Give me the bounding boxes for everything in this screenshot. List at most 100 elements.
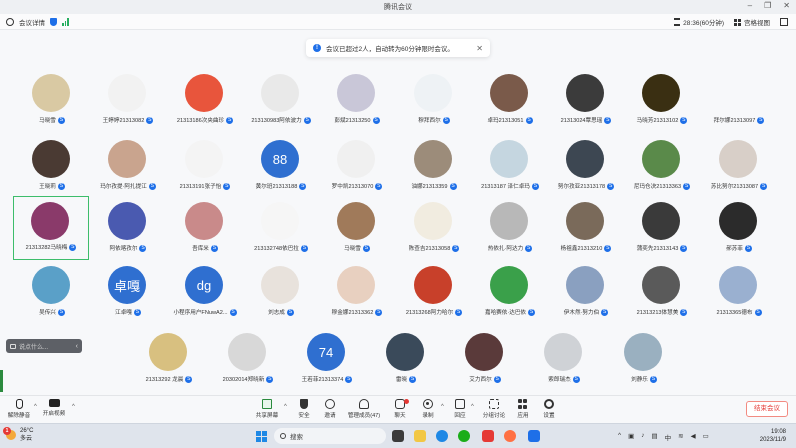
participant-tile[interactable]: 尼玛仓决21313363 S <box>624 140 700 200</box>
app-title: 腾讯会议 <box>384 4 412 11</box>
info-icon[interactable] <box>6 18 14 26</box>
participant-tile[interactable]: 努尔孜亚21313178 S <box>548 140 624 200</box>
muted-mic-icon: S <box>299 183 307 191</box>
network-signal-icon[interactable] <box>62 18 69 26</box>
edge-browser-icon[interactable] <box>436 430 448 442</box>
participant-tile[interactable]: 穆金娜21313362 S <box>319 266 395 326</box>
muted-mic-icon: S <box>57 309 65 317</box>
participant-name-text: 热依扎·阿达力 <box>487 246 524 252</box>
participant-tile[interactable]: 彭斌21313250 S <box>319 74 395 134</box>
wps-icon[interactable] <box>482 430 494 442</box>
participant-tile[interactable]: 罗中凯21313070 S <box>319 140 395 200</box>
video-options-chevron-icon[interactable]: ^ <box>72 404 75 410</box>
participant-tile[interactable]: 玛尔孜提·阿扎提江 S <box>90 140 166 200</box>
participant-tile[interactable]: 卓嘎 江卓嘎 S <box>90 266 166 326</box>
participant-tile[interactable]: 21313186次央曲珍 S <box>167 74 243 134</box>
participant-tile[interactable]: 苏比努尔21313087 S <box>701 140 777 200</box>
end-meeting-button[interactable]: 结束会议 <box>746 401 788 417</box>
participant-tile[interactable]: 刘静乐 S <box>606 333 682 393</box>
participant-tile[interactable]: 马晓雪 S <box>319 202 395 262</box>
participant-tile[interactable]: 吴传兴 S <box>14 266 90 326</box>
meeting-info-link[interactable]: 会议详情 <box>19 17 45 27</box>
participant-name: 黄尔班21313188 S <box>237 182 325 191</box>
view-mode-label: 宫格视图 <box>744 20 770 27</box>
volume-icon[interactable]: ◀ <box>691 432 696 442</box>
minimize-icon[interactable]: – <box>748 1 752 10</box>
participant-tile[interactable]: 伊木然·努力伯 S <box>548 266 624 326</box>
collapse-chevron-icon[interactable]: ‹ <box>76 343 78 350</box>
participant-tile[interactable]: 213130983阿依波力 S <box>243 74 319 134</box>
participant-tile[interactable]: 21313365德布 S <box>701 266 777 326</box>
windows-start-icon[interactable] <box>256 431 267 442</box>
chrome-icon[interactable] <box>504 430 516 442</box>
participant-tile[interactable]: 21313213体慧美 S <box>624 266 700 326</box>
participant-tile[interactable]: 21313191张子怡 S <box>167 140 243 200</box>
close-icon[interactable]: ✕ <box>783 1 790 10</box>
tencent-meeting-icon[interactable] <box>528 430 540 442</box>
participant-name: 刘静乐 S <box>600 375 688 384</box>
notice-close-icon[interactable]: ✕ <box>476 44 483 53</box>
participant-tile[interactable]: 213132748依巴拉 S <box>243 202 319 262</box>
participant-tile-speaking[interactable]: 21313282马晓梅 S <box>13 196 89 260</box>
wechat-icon[interactable] <box>458 430 470 442</box>
muted-mic-icon: S <box>493 376 501 384</box>
tray-meeting-icon[interactable]: ▤ <box>651 432 657 442</box>
participant-tile[interactable]: 拜尔娜21313097 S <box>701 74 777 134</box>
avatar <box>108 202 146 240</box>
participant-tile[interactable]: 马晓雪 S <box>14 74 90 134</box>
participant-tile[interactable]: 王晓莉 S <box>14 140 90 200</box>
participant-tile[interactable]: 杨祖鑫21313210 S <box>548 202 624 262</box>
side-panel-handle[interactable] <box>0 370 3 392</box>
restore-icon[interactable]: ❐ <box>764 1 771 10</box>
input-language[interactable]: 中 <box>665 432 672 442</box>
participant-tile[interactable]: 阿依喀孜尔 S <box>90 202 166 262</box>
reactions-options-chevron-icon[interactable]: ^ <box>471 404 474 410</box>
participant-tile[interactable]: 马晓芳21313102 S <box>624 74 700 134</box>
task-view-icon[interactable] <box>392 430 404 442</box>
participant-name: 吾库米 S <box>161 244 249 253</box>
file-explorer-icon[interactable] <box>414 430 426 442</box>
participant-tile[interactable]: 穆拜西尔 S <box>396 74 472 134</box>
settings-button[interactable]: 设置 <box>531 399 567 419</box>
participant-tile[interactable]: 74 王若菲21313374 S <box>289 333 365 393</box>
tray-chevron-icon[interactable]: ^ <box>618 432 621 442</box>
tray-app-icon[interactable]: ▣ <box>628 432 634 442</box>
participant-tile[interactable]: 刘志成 S <box>243 266 319 326</box>
participant-tile[interactable]: 21313268阿力哈尔 S <box>396 266 472 326</box>
participant-tile[interactable]: 蒲奕先21313143 S <box>624 202 700 262</box>
participant-tile[interactable]: 雷晓 S <box>368 333 444 393</box>
wifi-icon[interactable]: ≋ <box>678 432 683 442</box>
participant-tile[interactable]: 嘉哈赛依·达巴依 S <box>472 266 548 326</box>
taskbar-clock[interactable]: 19:08 2023/11/9 <box>746 428 786 444</box>
weather-widget[interactable]: 1 26°C 多云 <box>3 427 33 443</box>
participant-tile[interactable]: 热依扎·阿达力 S <box>472 202 548 262</box>
participant-name: 21313365德布 S <box>695 308 783 317</box>
security-shield-icon[interactable] <box>50 18 57 26</box>
participant-tile[interactable]: 20302014郑晓新 S <box>210 333 286 393</box>
participant-name-text: 马晓芳21313102 <box>636 118 679 124</box>
participant-tile[interactable]: 索郎瑞杰 S <box>526 333 602 393</box>
battery-icon[interactable]: ▭ <box>703 432 709 442</box>
muted-mic-icon: S <box>680 117 688 125</box>
participant-tile[interactable]: 88 黄尔班21313188 S <box>243 140 319 200</box>
participant-tile[interactable]: 21313187 泽仁卓玛 S <box>472 140 548 200</box>
participant-tile[interactable]: 陈查吉21313058 S <box>396 202 472 262</box>
participant-tile[interactable]: 21313292 龙晨 S <box>131 333 207 393</box>
participant-tile[interactable]: 卓玛21313051 S <box>472 74 548 134</box>
participant-tile[interactable]: 21313024覃思瑶 S <box>548 74 624 134</box>
unmute-button[interactable]: 解除静音 <box>1 399 37 419</box>
view-mode-button[interactable]: 宫格视图 <box>734 17 770 27</box>
participant-tile[interactable]: 艾力西尔 S <box>447 333 523 393</box>
participant-tile[interactable]: dg 小程序用户FNuwA2... S <box>167 266 243 326</box>
chat-input[interactable]: 说点什么... ‹ <box>6 339 82 353</box>
manage-members-button[interactable]: 管理成员(47) <box>342 399 386 419</box>
taskbar-search[interactable]: 搜索 <box>274 428 386 444</box>
tray-mic-icon[interactable]: ♪ <box>641 432 644 442</box>
participant-tile[interactable]: 油娜21313359 S <box>396 140 472 200</box>
share-screen-button[interactable]: 共享屏幕 <box>249 399 285 419</box>
participant-tile[interactable]: 王婷婷21313082 S <box>90 74 166 134</box>
participant-tile[interactable]: 郝苏菲 S <box>701 202 777 262</box>
fullscreen-icon[interactable] <box>780 18 788 26</box>
start-video-button[interactable]: 开启视频 <box>36 399 72 417</box>
participant-tile[interactable]: 吾库米 S <box>167 202 243 262</box>
